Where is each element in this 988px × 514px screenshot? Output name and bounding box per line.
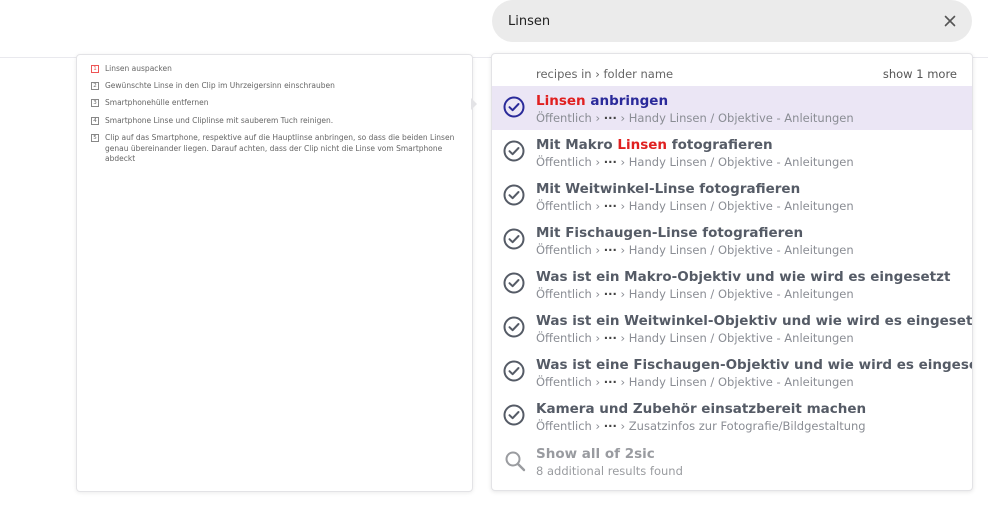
result-title: Was ist eine Fischaugen-Objektiv und wie… [536,357,973,373]
result-item[interactable]: Was ist eine Fischaugen-Objektiv und wie… [492,350,972,394]
check-circle-icon [503,228,525,250]
result-title: Was ist ein Weitwinkel-Objektiv und wie … [536,313,973,329]
step-text: Smartphonehülle entfernen [105,98,209,107]
check-circle-icon [503,316,525,338]
result-path: Öffentlich › ··· › Handy Linsen / Objekt… [536,287,854,301]
results-header: recipes in › folder name show 1 more [492,54,972,86]
result-item[interactable]: Was ist ein Weitwinkel-Objektiv und wie … [492,306,972,350]
search-results-dropdown: recipes in › folder name show 1 more Lin… [491,53,973,491]
step-number: 5 [91,134,99,142]
result-title: Linsen anbringen [536,93,669,109]
result-path: Öffentlich › ··· › Handy Linsen / Objekt… [536,199,854,213]
check-circle-icon [503,96,525,118]
ellipsis-icon: ··· [603,199,617,213]
result-title: Was ist ein Makro-Objektiv und wie wird … [536,269,951,285]
result-title: Mit Makro Linsen fotografieren [536,137,773,153]
step-text: Smartphone Linse und Cliplinse mit saube… [105,116,334,125]
step-number: 1 [91,65,99,73]
results-scope-label: recipes in › folder name [536,67,674,81]
ellipsis-icon: ··· [603,331,617,345]
check-circle-icon [503,272,525,294]
check-circle-icon [503,184,525,206]
ellipsis-icon: ··· [603,375,617,389]
result-item[interactable]: Mit Weitwinkel-Linse fotografieren Öffen… [492,174,972,218]
ellipsis-icon: ··· [603,287,617,301]
result-path: Öffentlich › ··· › Handy Linsen / Objekt… [536,375,854,389]
preview-pointer [471,98,477,110]
search-icon [505,451,526,472]
result-item[interactable]: Linsen anbringen Öffentlich › ··· › Hand… [492,86,972,130]
result-path: Öffentlich › ··· › Handy Linsen / Objekt… [536,243,854,257]
result-title: Mit Fischaugen-Linse fotografieren [536,225,804,241]
result-item[interactable]: Mit Makro Linsen fotografieren Öffentlic… [492,130,972,174]
step-number: 2 [91,82,99,90]
search-highlight: Linsen [617,137,668,153]
step-text: Clip auf das Smartphone, respektive auf … [105,133,455,163]
preview-step: 4 Smartphone Linse und Cliplinse mit sau… [91,116,456,127]
result-path: Öffentlich › ··· › Handy Linsen / Objekt… [536,111,854,125]
ellipsis-icon: ··· [603,243,617,257]
result-path: Öffentlich › ··· › Handy Linsen / Objekt… [536,331,854,345]
ellipsis-icon: ··· [603,155,617,169]
step-text: Linsen auspacken [105,64,172,73]
check-circle-icon [503,140,525,162]
result-path: Öffentlich › ··· › Handy Linsen / Objekt… [536,155,854,169]
search-input[interactable] [508,11,908,31]
result-path: Öffentlich › ··· › Zusatzinfos zur Fotog… [536,419,866,433]
show-all-count: 8 additional results found [536,464,683,478]
show-all-results[interactable]: Show all of 2sic 8 additional results fo… [492,442,972,486]
preview-step: 3 Smartphonehülle entfernen [91,98,456,109]
show-more-link[interactable]: show 1 more [883,67,957,81]
check-circle-icon [503,404,525,426]
result-item[interactable]: Mit Fischaugen-Linse fotografieren Öffen… [492,218,972,262]
search-bar[interactable] [492,0,972,42]
result-title: Kamera und Zubehör einsatzbereit machen [536,401,867,417]
close-icon[interactable] [941,12,959,30]
step-number: 3 [91,99,99,107]
result-item[interactable]: Was ist ein Makro-Objektiv und wie wird … [492,262,972,306]
check-circle-icon [503,360,525,382]
search-highlight: Linsen [536,93,586,109]
preview-step: 5 Clip auf das Smartphone, respektive au… [91,133,456,165]
result-title: Mit Weitwinkel-Linse fotografieren [536,181,801,197]
preview-step: 2 Gewünschte Linse in den Clip im Uhrzei… [91,81,456,92]
step-number: 4 [91,117,99,125]
result-item[interactable]: Kamera und Zubehör einsatzbereit machen … [492,394,972,438]
preview-step: 1 Linsen auspacken [91,64,456,75]
ellipsis-icon: ··· [603,419,617,433]
show-all-title: Show all of 2sic [536,446,655,462]
step-text: Gewünschte Linse in den Clip im Uhrzeige… [105,81,335,90]
recipe-preview-panel: 1 Linsen auspacken 2 Gewünschte Linse in… [76,54,473,492]
ellipsis-icon: ··· [603,111,617,125]
